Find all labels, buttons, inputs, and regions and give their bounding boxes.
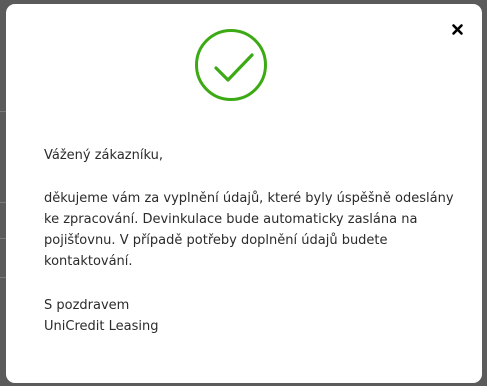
- message-text: děkujeme vám za vyplnění údajů, které by…: [44, 191, 454, 269]
- check-circle-icon: [195, 29, 267, 101]
- signature-text: UniCredit Leasing: [44, 319, 159, 334]
- close-icon[interactable]: [450, 22, 466, 38]
- greeting-text: Vážený zákazníku,: [44, 148, 163, 163]
- success-dialog: Vážený zákazníku, děkujeme vám za vyplně…: [6, 4, 482, 383]
- close-button[interactable]: [450, 22, 466, 38]
- closing-text: S pozdravem: [44, 298, 130, 313]
